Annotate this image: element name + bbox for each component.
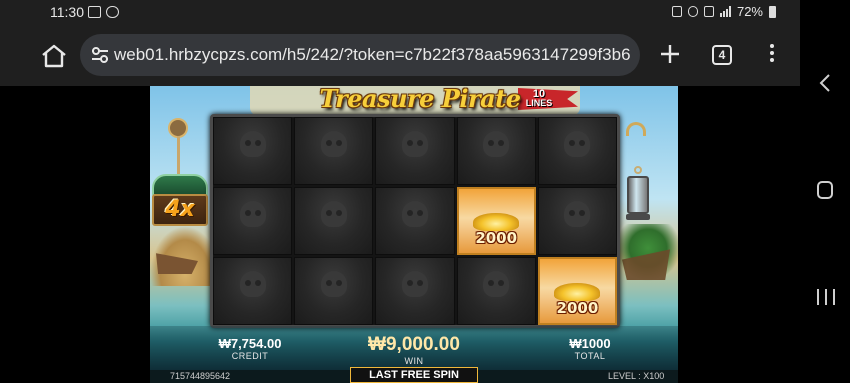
lantern-icon: [626, 166, 650, 226]
reel-cell: [294, 187, 374, 255]
battery-icon: [769, 5, 776, 18]
notification-icons: [88, 6, 119, 18]
skull-icon: [564, 201, 591, 228]
reel-cell: [375, 257, 455, 325]
more-menu-icon[interactable]: [764, 42, 780, 68]
reel-cell: [213, 187, 293, 255]
reel-cell: [213, 257, 293, 325]
reel-cell: [294, 257, 374, 325]
multiplier-badge: 4x: [152, 194, 208, 226]
status-time: 11:30: [50, 4, 84, 20]
lines-badge: 10 LINES: [524, 89, 554, 108]
rope: [177, 136, 180, 176]
level-display: LEVEL : X100: [608, 371, 664, 381]
gold-reel-cell: 2000: [537, 257, 617, 325]
new-tab-icon[interactable]: [656, 40, 684, 68]
reel-cell: [456, 117, 536, 185]
lantern-hook: [626, 122, 646, 136]
home-nav-icon[interactable]: [817, 181, 833, 199]
battery-percent: 72%: [736, 4, 763, 19]
level-value: X100: [643, 371, 665, 381]
game-canvas[interactable]: Treasure Pirate 10 LINES 4x 2000 2000 ₩7…: [150, 86, 678, 383]
skull-icon: [320, 201, 347, 228]
system-tray: 72%: [671, 4, 776, 19]
skull-icon: [320, 271, 347, 298]
total-value: ₩1000: [569, 336, 611, 351]
tab-switcher-button[interactable]: 4: [712, 45, 732, 65]
total-label: TOTAL: [574, 351, 606, 361]
skull-icon: [239, 271, 266, 298]
info-bar: ₩7,754.00 CREDIT ₩9,000.00 WIN ₩1000 TOT…: [150, 326, 678, 372]
session-id: 715744895642: [170, 371, 231, 381]
skull-icon: [401, 201, 428, 228]
win-display: ₩9,000.00 WIN: [350, 334, 478, 366]
last-free-spin-banner: LAST FREE SPIN: [350, 367, 478, 383]
skull-icon: [401, 131, 428, 158]
screen: 11:30 72% web01.hrbzycpzs.com/h5/242/?to…: [0, 0, 850, 383]
gold-reel-cell: 2000: [456, 187, 536, 255]
battery-saver-icon: [671, 6, 682, 17]
skull-icon: [401, 271, 428, 298]
lines-label: LINES: [525, 98, 553, 108]
url-text[interactable]: web01.hrbzycpzs.com/h5/242/?token=c7b22f…: [114, 45, 634, 65]
credit-value: ₩7,754.00: [218, 336, 282, 351]
skull-icon: [320, 131, 347, 158]
skull-icon: [239, 201, 266, 228]
reel-cell: [375, 117, 455, 185]
chest-icon: [152, 174, 208, 196]
reel-cell: [456, 257, 536, 325]
app-notification-icon: [106, 6, 119, 18]
site-settings-icon[interactable]: [90, 46, 110, 64]
system-navigation: [800, 0, 850, 383]
back-icon[interactable]: [817, 72, 833, 94]
total-bet-display[interactable]: ₩1000 TOTAL: [540, 336, 640, 361]
credit-display: ₩7,754.00 CREDIT: [200, 336, 300, 361]
pulley-icon: [168, 118, 188, 138]
reel-cell: [294, 117, 374, 185]
browser-toolbar: web01.hrbzycpzs.com/h5/242/?token=c7b22f…: [0, 26, 800, 86]
skull-icon: [564, 131, 591, 158]
skull-icon: [483, 131, 510, 158]
credit-label: CREDIT: [231, 351, 269, 361]
reel-cell: [375, 187, 455, 255]
address-bar[interactable]: web01.hrbzycpzs.com/h5/242/?token=c7b22f…: [80, 34, 640, 76]
level-label: LEVEL :: [608, 371, 641, 381]
reel-grid: 2000 2000: [213, 117, 617, 325]
recents-icon[interactable]: [817, 289, 835, 305]
gold-value: 2000: [475, 229, 518, 247]
skull-icon: [239, 131, 266, 158]
reel-cell: [537, 117, 617, 185]
win-label: WIN: [404, 356, 424, 366]
status-bar: 11:30 72%: [0, 0, 800, 26]
gold-value: 2000: [556, 299, 599, 317]
reel-cell: [537, 187, 617, 255]
gallery-notification-icon: [88, 6, 101, 18]
reel-cell: [213, 117, 293, 185]
signal-icon: [719, 6, 731, 17]
wifi-calling-icon: [703, 6, 714, 17]
hotspot-icon: [687, 6, 698, 17]
home-icon[interactable]: [40, 43, 68, 69]
win-value: ₩9,000.00: [368, 334, 460, 355]
skull-icon: [483, 271, 510, 298]
